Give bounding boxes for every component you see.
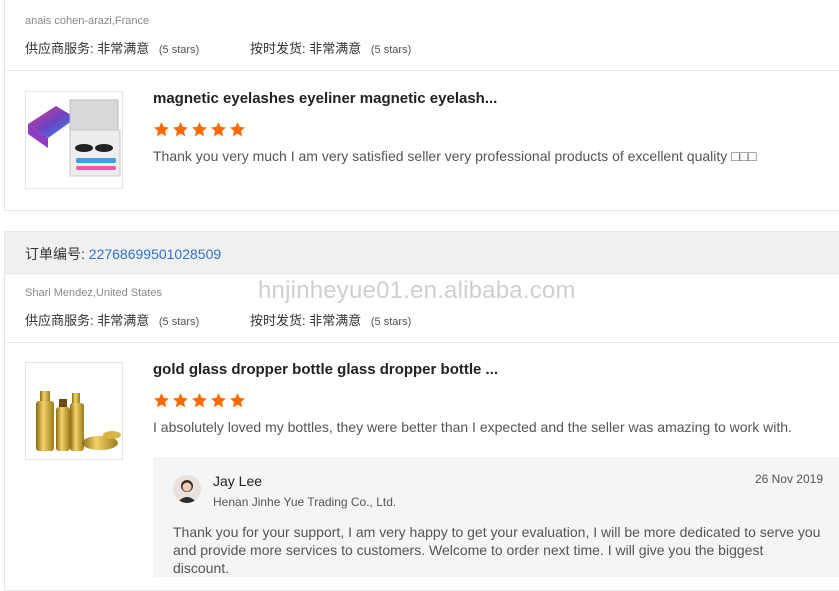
avatar — [173, 475, 201, 503]
product-title[interactable]: gold glass dropper bottle glass dropper … — [153, 361, 498, 378]
star-icon — [172, 392, 189, 409]
ratings-row: 供应商服务: 非常满意 (5 stars) 按时发货: 非常满意 (5 star… — [25, 310, 411, 329]
order-number-link[interactable]: 22768699501028509 — [89, 246, 221, 262]
product-title[interactable]: magnetic eyelashes eyeliner magnetic eye… — [153, 90, 497, 107]
review-card: anais cohen-arazi,France 供应商服务: 非常满意 (5 … — [4, 0, 839, 211]
star-icon — [153, 392, 170, 409]
rating-stars — [153, 121, 246, 138]
eyelash-kit-image[interactable] — [25, 91, 123, 189]
star-icon — [210, 121, 227, 138]
buyer-name: anais cohen-arazi,France — [25, 15, 150, 27]
ratings-row: 供应商服务: 非常满意 (5 stars) 按时发货: 非常满意 (5 star… — [25, 38, 411, 57]
reply-date: 26 Nov 2019 — [754, 472, 823, 486]
on-time-shipping-rating: 按时发货: 非常满意 (5 stars) — [250, 41, 412, 56]
reply-text: Thank you for your support, I am very ha… — [173, 524, 821, 576]
order-number-label: 订单编号: 22768699501028509 — [25, 246, 222, 262]
supplier-service-rating: 供应商服务: 非常满意 (5 stars) — [25, 41, 200, 56]
star-icon — [229, 121, 246, 138]
star-icon — [210, 392, 227, 409]
supplier-service-rating: 供应商服务: 非常满意 (5 stars) — [25, 313, 200, 328]
on-time-shipping-rating: 按时发货: 非常满意 (5 stars) — [250, 313, 412, 328]
seller-reply: Jay Lee Henan Jinhe Yue Trading Co., Ltd… — [153, 457, 839, 577]
gold-dropper-bottles-image[interactable] — [25, 362, 123, 460]
review-text: I absolutely loved my bottles, they were… — [153, 419, 792, 435]
star-icon — [172, 121, 189, 138]
star-icon — [191, 392, 208, 409]
reply-author-name: Jay Lee — [213, 473, 263, 489]
star-icon — [229, 392, 246, 409]
review-text: Thank you very much I am very satisfied … — [153, 148, 757, 164]
buyer-name: Shari Mendez,United States — [25, 287, 162, 299]
watermark: hnjinheyue01.en.alibaba.com — [258, 277, 576, 304]
reply-company: Henan Jinhe Yue Trading Co., Ltd. — [213, 495, 397, 509]
star-icon — [191, 121, 208, 138]
review-meta: anais cohen-arazi,France 供应商服务: 非常满意 (5 … — [5, 0, 839, 71]
order-bar: 订单编号: 22768699501028509 — [5, 232, 839, 274]
star-icon — [153, 121, 170, 138]
rating-stars — [153, 392, 246, 409]
